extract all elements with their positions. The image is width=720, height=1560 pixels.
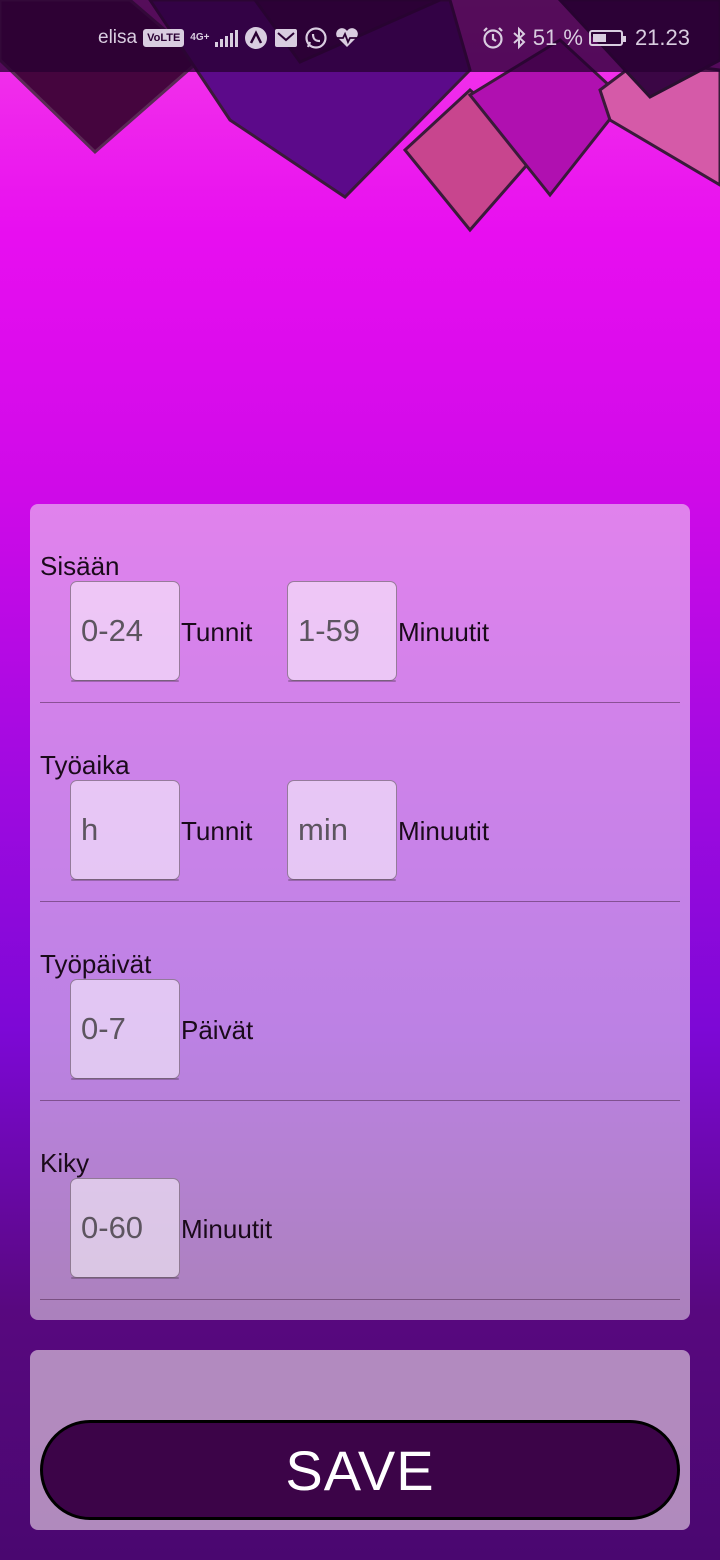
unit-label: Tunnit [181, 816, 253, 846]
sisaan-hours-input[interactable]: 0-24 [70, 581, 180, 682]
unit-label: Minuutit [398, 816, 490, 846]
unit-label: Minuutit [181, 1214, 273, 1244]
section-kiky: Kiky 0-60 Minuutit [40, 1101, 680, 1300]
battery-icon [588, 30, 626, 46]
section-label: Työpäivät [40, 949, 152, 979]
network-type: 4G+ [190, 32, 210, 43]
volte-badge: VoLTE [143, 29, 185, 47]
sisaan-minutes-input[interactable]: 1-59 [287, 581, 397, 682]
unit-label: Tunnit [181, 617, 253, 647]
mail-icon [274, 27, 298, 49]
section-sisaan: Sisään 0-24 Tunnit 1-59 Minuutit [40, 504, 680, 703]
status-bar: elisa VoLTE 4G+ 51 % 21.23 [0, 0, 720, 72]
save-button[interactable]: SAVE [40, 1420, 680, 1520]
section-label: Sisään [40, 551, 120, 581]
battery-percentage: 51 % [532, 25, 583, 50]
section-label: Työaika [40, 750, 130, 780]
tyopaivat-days-input[interactable]: 0-7 [70, 979, 180, 1080]
tyoaika-minutes-input[interactable]: min [287, 780, 397, 881]
app-a-icon [244, 26, 268, 50]
whatsapp-icon [304, 26, 328, 50]
section-tyopaivat: Työpäivät 0-7 Päivät [40, 902, 680, 1101]
section-label: Kiky [40, 1148, 90, 1178]
tyoaika-hours-input[interactable]: h [70, 780, 180, 881]
signal-strength-icon [215, 29, 239, 47]
section-tyoaika: Työaika h Tunnit min Minuutit [40, 703, 680, 902]
heart-rate-icon [334, 27, 360, 49]
save-panel: SAVE [30, 1350, 690, 1530]
unit-label: Minuutit [398, 617, 490, 647]
alarm-icon [481, 26, 505, 50]
unit-label: Päivät [181, 1015, 254, 1045]
bluetooth-icon [511, 26, 527, 50]
kiky-minutes-input[interactable]: 0-60 [70, 1178, 180, 1279]
clock: 21.23 [634, 25, 690, 50]
time-entry-form: Sisään 0-24 Tunnit 1-59 Minuutit Työaika… [30, 504, 690, 1320]
divider [40, 1299, 680, 1300]
carrier-name: elisa [98, 27, 138, 48]
